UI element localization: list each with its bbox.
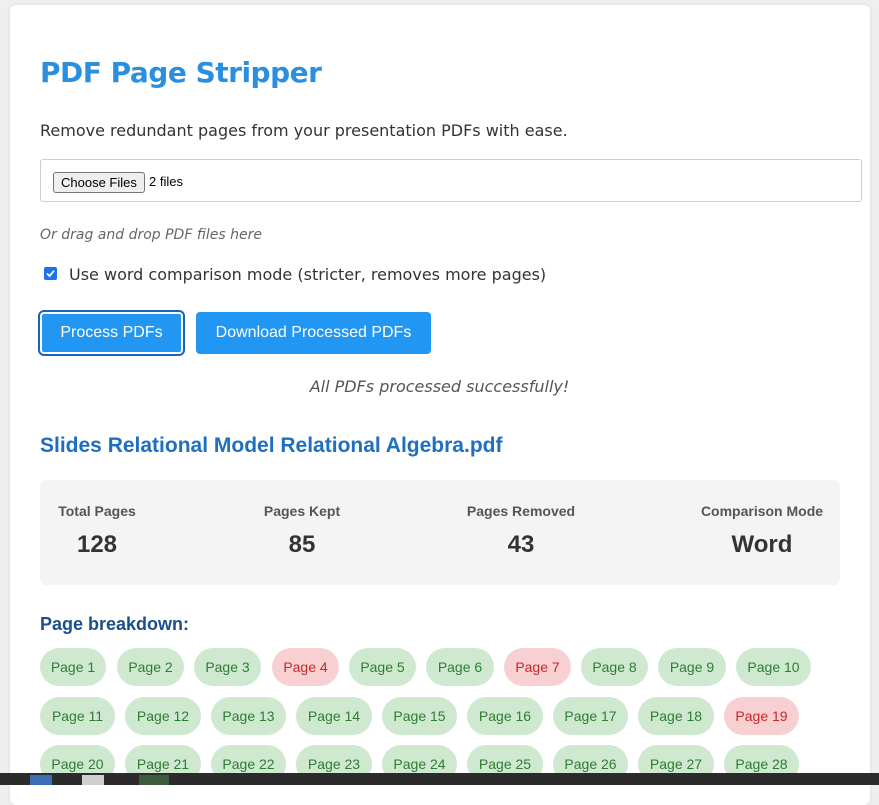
selected-files-text: 2 files	[149, 174, 183, 189]
page-chip: Page 9	[658, 648, 726, 686]
page-subtitle: Remove redundant pages from your present…	[40, 121, 568, 140]
stat-label-mode: Comparison Mode	[700, 503, 824, 519]
stat-value-total: 128	[76, 531, 118, 558]
page-chip: Page 11	[40, 697, 115, 735]
page-chip: Page 1	[40, 648, 106, 686]
status-message: All PDFs processed successfully!	[309, 377, 570, 396]
page-chip: Page 18	[638, 697, 714, 735]
drop-hint: Or drag and drop PDF files here	[40, 227, 262, 243]
app-icon[interactable]	[82, 775, 104, 785]
choose-files-button[interactable]: Choose Files	[53, 172, 145, 193]
page-chip: Page 5	[349, 648, 416, 686]
page-chip: Page 6	[426, 648, 494, 686]
breakdown-title: Page breakdown:	[40, 614, 190, 634]
page-chip: Page 14	[296, 697, 372, 735]
page-chip: Page 17	[553, 697, 628, 735]
page-chip: Page 8	[581, 648, 648, 686]
stat-value-removed: 43	[507, 531, 535, 558]
word-mode-checkbox[interactable]	[44, 267, 57, 280]
download-processed-button[interactable]: Download Processed PDFs	[196, 312, 431, 354]
page-chip: Page 4	[272, 648, 339, 686]
word-mode-label[interactable]: Use word comparison mode (stricter, remo…	[69, 265, 546, 284]
stat-value-kept: 85	[288, 531, 316, 558]
stats-panel: Total Pages 128 Pages Kept 85 Pages Remo…	[40, 480, 840, 585]
page-chip: Page 7	[504, 648, 571, 686]
file-input[interactable]: Choose Files 2 files	[40, 159, 862, 202]
stat-value-mode: Word	[731, 531, 793, 558]
page-chip: Page 12	[125, 697, 201, 735]
page-chip: Page 2	[117, 648, 184, 686]
page-chip: Page 3	[194, 648, 261, 686]
stat-label-kept: Pages Kept	[263, 503, 341, 519]
result-filename: Slides Relational Model Relational Algeb…	[40, 434, 503, 457]
process-pdfs-button[interactable]: Process PDFs	[38, 310, 185, 356]
start-icon[interactable]	[30, 775, 52, 785]
stat-label-removed: Pages Removed	[466, 503, 576, 519]
page-chip: Page 13	[211, 697, 286, 735]
taskbar	[0, 773, 879, 785]
page-chip: Page 15	[382, 697, 457, 735]
page-chip: Page 16	[467, 697, 543, 735]
stat-label-total: Total Pages	[58, 503, 136, 519]
page-chip: Page 19	[724, 697, 799, 735]
app-icon[interactable]	[139, 775, 169, 785]
page-title: PDF Page Stripper	[40, 56, 322, 89]
checkmark-icon	[46, 270, 55, 278]
page-chip: Page 10	[736, 648, 811, 686]
